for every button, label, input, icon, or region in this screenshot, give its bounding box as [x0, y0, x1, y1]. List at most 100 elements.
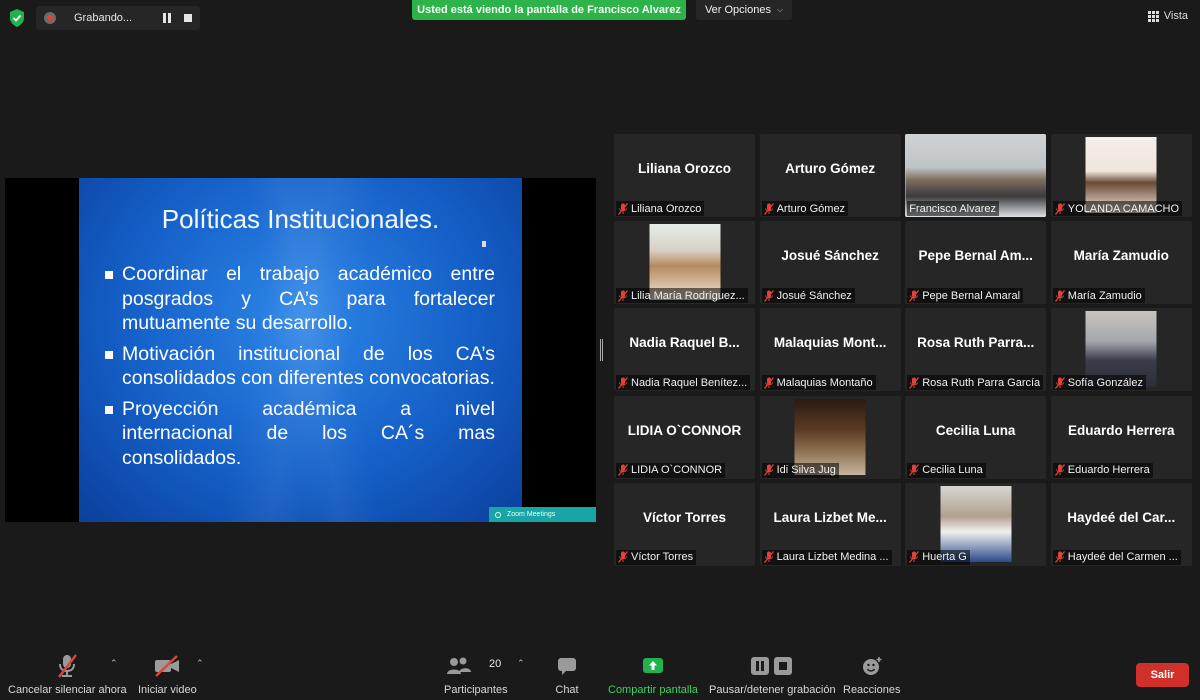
participant-label: YOLANDA CAMACHO [1052, 201, 1183, 216]
start-video-button[interactable]: Iniciar video [138, 652, 197, 696]
slide-bullet: Coordinar el trabajo académico entre pos… [105, 262, 495, 336]
participant-tile[interactable]: Lilia María Rodríguez... [614, 221, 755, 305]
participant-name-display: Pepe Bernal Am... [918, 248, 1033, 264]
participants-count: 20 [489, 658, 502, 670]
participant-name-display: Malaquias Mont... [773, 335, 887, 351]
participant-tile[interactable]: Idi Silva Jug [759, 395, 901, 479]
participant-tile[interactable]: Francisco Alvarez [905, 134, 1047, 217]
grid-view-icon [1147, 10, 1159, 22]
participant-name-label: Liliana Orozco [631, 202, 702, 215]
participant-tile[interactable]: Cecilia Luna Cecilia Luna [905, 395, 1047, 479]
pause-recording-icon[interactable] [162, 13, 172, 23]
microphone-muted-icon [763, 202, 774, 215]
participant-name-display: Josué Sánchez [781, 248, 879, 264]
participant-label: Lilia María Rodríguez... [616, 288, 748, 304]
participant-label: Idi Silva Jug [761, 462, 839, 478]
participant-name-label: Josué Sánchez [776, 289, 852, 302]
participant-tile[interactable]: Huerta G [905, 482, 1047, 566]
view-button[interactable]: Vista [1147, 10, 1188, 22]
share-screen-button[interactable]: Compartir pantalla [608, 652, 698, 696]
participant-label: Francisco Alvarez [907, 201, 999, 216]
chat-button[interactable]: Chat [552, 652, 582, 696]
participant-name-display: Arturo Gómez [785, 161, 876, 176]
participant-tile[interactable]: Eduardo Herrera Eduardo Herrera [1050, 395, 1192, 479]
start-video-label: Iniciar video [138, 684, 197, 696]
leave-meeting-button[interactable]: Salir [1136, 663, 1189, 687]
participant-tile[interactable]: Josué Sánchez Josué Sánchez [759, 221, 901, 305]
participant-tile[interactable]: LIDIA O`CONNOR LIDIA O`CONNOR [614, 395, 755, 479]
participant-name-display: Nadia Raquel B... [629, 335, 740, 351]
presentation-slide: Políticas Institucionales. Coordinar el … [79, 178, 522, 522]
microphone-muted-icon [1054, 551, 1065, 564]
participant-name-label: Nadia Raquel Benítez... [631, 376, 748, 389]
participant-label: Nadia Raquel Benítez... [616, 375, 751, 391]
participant-tile[interactable]: Pepe Bernal Am... Pepe Bernal Amaral [905, 221, 1047, 305]
unmute-label: Cancelar silenciar ahora [8, 684, 127, 696]
remote-cursor-icon [482, 241, 486, 247]
participant-tile[interactable]: Liliana Orozco Liliana Orozco [614, 134, 755, 217]
video-options-chevron-icon[interactable]: ⌃ [196, 658, 204, 669]
participant-name-label: Francisco Alvarez [909, 202, 996, 215]
reactions-label: Reacciones [843, 684, 901, 696]
recording-icon [44, 12, 56, 24]
zoom-mini-window-label: Zoom Meetings [507, 511, 556, 518]
participant-tile[interactable]: Arturo Gómez Arturo Gómez [759, 134, 901, 217]
participant-label: María Zamudio [1052, 288, 1145, 304]
participant-gallery: Liliana Orozco Liliana Orozco Arturo Gómez… [614, 134, 1192, 566]
microphone-muted-icon [617, 376, 629, 389]
microphone-muted-icon [52, 652, 82, 680]
participant-name-label: Arturo Gómez [776, 202, 846, 215]
participant-tile[interactable]: Rosa Ruth Parra... Rosa Ruth Parra García [905, 308, 1047, 392]
reactions-smiley-icon [845, 652, 899, 680]
zoom-mini-window: Zoom Meetings [489, 507, 596, 522]
participant-label: Arturo Gómez [761, 201, 849, 216]
pause-stop-recording-icon [712, 652, 832, 680]
participant-name-display: Cecilia Luna [935, 422, 1016, 438]
microphone-muted-icon [909, 551, 920, 564]
slide-title: Políticas Institucionales. [161, 204, 440, 234]
microphone-muted-icon [763, 464, 774, 476]
microphone-muted-icon [1054, 202, 1065, 215]
participant-tile[interactable]: Víctor Torres Víctor Torres [614, 482, 755, 566]
microphone-muted-icon [617, 289, 629, 302]
recording-controls-button[interactable]: Pausar/detener grabación [709, 652, 836, 696]
audio-options-chevron-icon[interactable]: ⌃ [110, 658, 118, 669]
recording-label: Grabando... [74, 12, 133, 24]
chat-bubble-icon [552, 652, 582, 680]
video-camera-off-icon [152, 652, 182, 680]
participant-tile[interactable]: YOLANDA CAMACHO [1050, 134, 1192, 217]
microphone-muted-icon [909, 464, 920, 476]
microphone-muted-icon [763, 289, 774, 302]
view-options-button[interactable]: Ver Opciones ⌵ [696, 0, 792, 20]
unmute-button[interactable]: Cancelar silenciar ahora [8, 652, 127, 696]
stop-recording-icon[interactable] [184, 14, 192, 22]
viewing-screen-banner: Usted está viendo la pantalla de Francis… [412, 0, 686, 20]
share-screen-icon [610, 652, 696, 680]
participant-name-label: Víctor Torres [631, 551, 694, 564]
participant-tile[interactable]: Malaquias Mont... Malaquias Montaño [759, 308, 901, 392]
participant-name-label: Huerta G [922, 551, 967, 564]
microphone-muted-icon [617, 202, 629, 215]
participant-name-label: Sofía González [1067, 376, 1143, 389]
participant-label: Haydeé del Carmen ... [1052, 549, 1181, 565]
participant-tile[interactable]: Laura Lizbet Me... Laura Lizbet Medina ..… [759, 482, 901, 566]
participant-name-label: Laura Lizbet Medina ... [776, 551, 889, 564]
participant-tile[interactable]: Haydeé del Car... Haydeé del Carmen ... [1050, 482, 1192, 566]
reactions-button[interactable]: Reacciones [843, 652, 900, 696]
participant-tile[interactable]: María Zamudio María Zamudio [1050, 221, 1192, 305]
participant-label: Laura Lizbet Medina ... [761, 549, 892, 565]
participants-options-chevron-icon[interactable]: ⌃ [517, 658, 525, 669]
participant-tile[interactable]: Nadia Raquel B... Nadia Raquel Benítez... [614, 308, 755, 392]
split-view-resize-handle[interactable] [600, 339, 603, 361]
participant-name-label: María Zamudio [1067, 289, 1142, 302]
participant-label: Cecilia Luna [907, 462, 986, 478]
microphone-muted-icon [1054, 464, 1065, 476]
participant-name-label: Cecilia Luna [922, 464, 983, 477]
share-screen-label: Compartir pantalla [608, 684, 698, 696]
microphone-muted-icon [1054, 289, 1065, 302]
participant-name-label: LIDIA O`CONNOR [631, 464, 723, 477]
participant-tile[interactable]: Sofía González [1050, 308, 1192, 392]
recording-controls-label: Pausar/detener grabación [709, 684, 836, 696]
participant-name-label: Haydeé del Carmen ... [1067, 551, 1178, 564]
encryption-shield-icon[interactable] [8, 8, 26, 28]
